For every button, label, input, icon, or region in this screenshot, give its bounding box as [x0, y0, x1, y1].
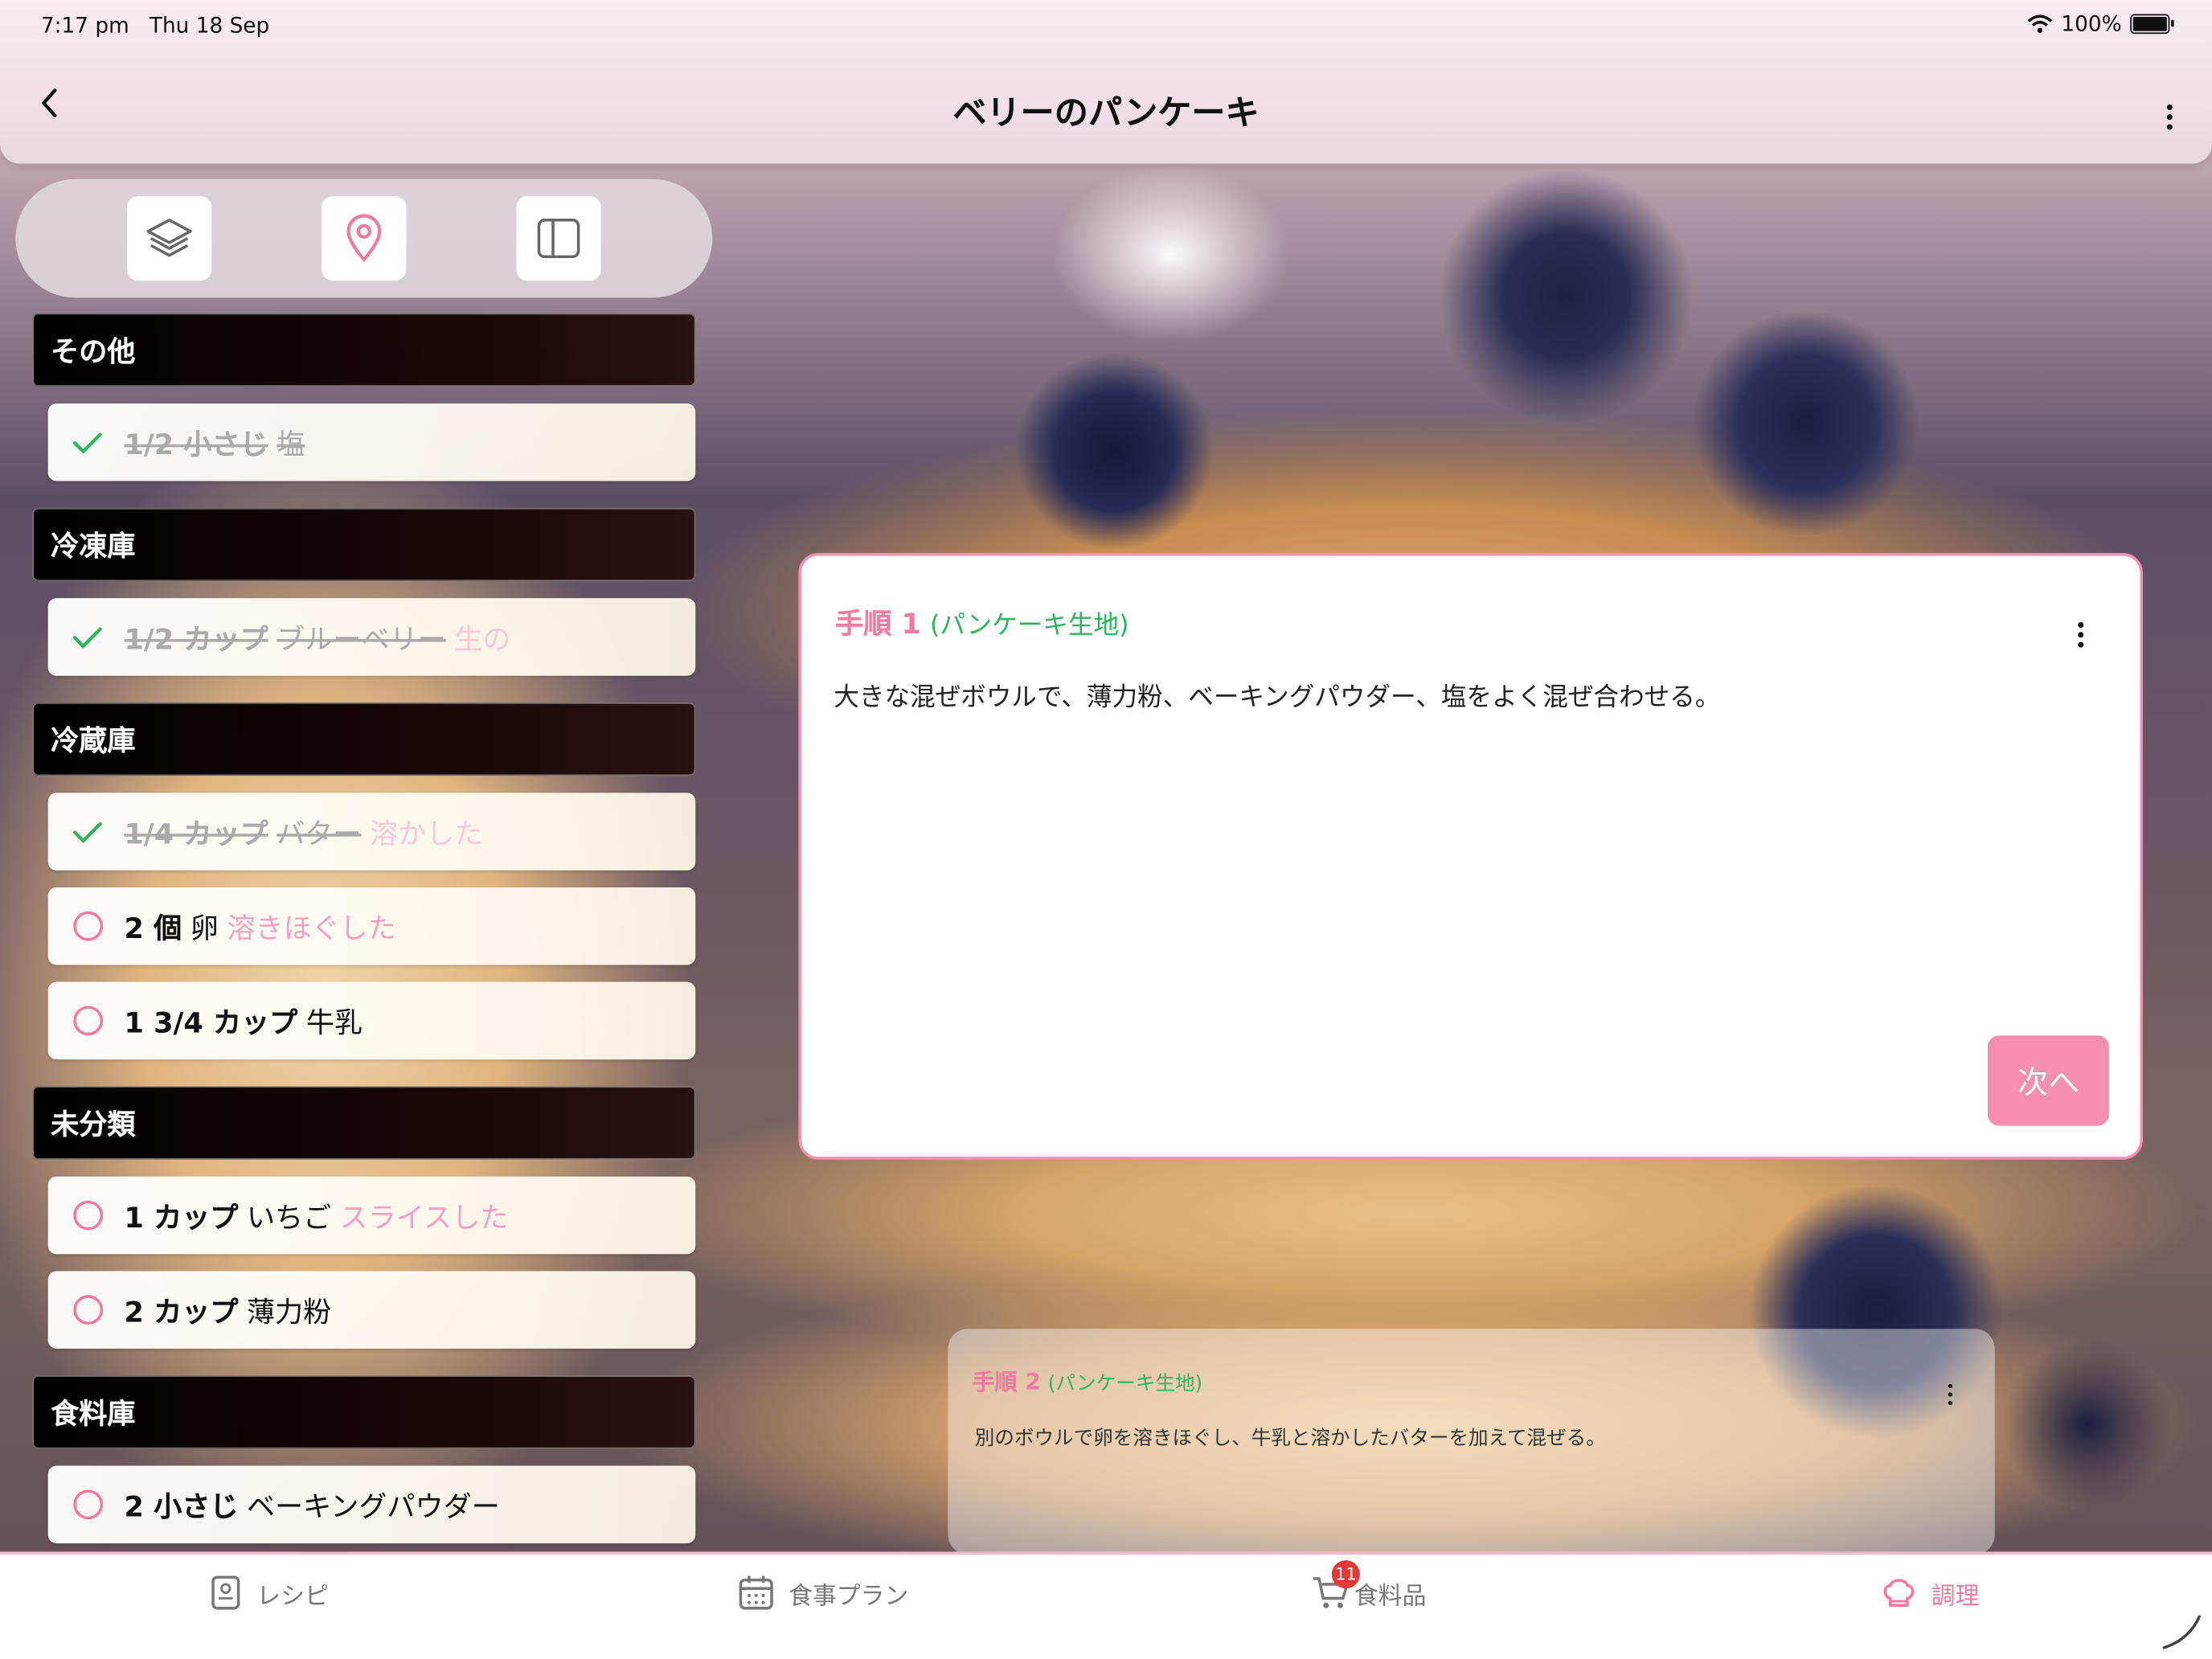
tab-groceries[interactable]: 11 食料品 [1312, 1560, 1427, 1612]
step-heading: 手順 2 (パンケーキ生地) [972, 1362, 1202, 1396]
battery-icon [2130, 14, 2174, 35]
ingredient-item[interactable]: 1 3/4 カップ 牛乳 [47, 981, 696, 1060]
checkmark-icon [68, 617, 107, 657]
ingredient-name: 牛乳 [305, 1006, 363, 1040]
status-clock: 7:17 pm [40, 12, 129, 39]
step-group: (パンケーキ生地) [1047, 1372, 1203, 1395]
ingredient-name: 卵 [190, 911, 219, 945]
step-heading: 手順 1 (パンケーキ生地) [835, 601, 1129, 642]
unchecked-circle-icon [68, 907, 107, 946]
unchecked-circle-icon [68, 1195, 107, 1235]
ingredient-note: 生の [454, 621, 511, 657]
cart-count-badge: 11 [1331, 1560, 1360, 1589]
step-instruction: 別のボウルで卵を溶きほぐし、牛乳と溶かしたバターを加えて混ぜる。 [974, 1428, 1606, 1451]
tab-cooking[interactable]: 調理 [1881, 1575, 1980, 1612]
section-header-fridge: 冷蔵庫 [32, 703, 696, 776]
battery-percent: 100% [2061, 11, 2122, 37]
tab-label: レシピ [256, 1582, 329, 1611]
section-header-pantry: 食料庫 [32, 1375, 696, 1449]
tab-meal-plan[interactable]: 食事プラン [738, 1575, 908, 1612]
unchecked-circle-icon [68, 1001, 107, 1040]
ingredient-name: いちご [246, 1200, 332, 1235]
layers-icon [146, 219, 192, 257]
ingredient-item[interactable]: 2 小さじ ベーキングパウダー [47, 1465, 696, 1544]
tab-recipes[interactable]: レシピ [209, 1575, 329, 1612]
status-bar: 7:17 pm Thu 18 Sep 100% [0, 0, 2212, 48]
calendar-icon [739, 1575, 773, 1610]
more-options-button[interactable] [2166, 89, 2173, 130]
step-menu-button[interactable] [1948, 1367, 1953, 1406]
step-number: 手順 2 [972, 1368, 1041, 1395]
tab-label: 食料品 [1354, 1582, 1427, 1611]
status-date: Thu 18 Sep [149, 12, 270, 39]
ingredient-note: 溶かした [370, 817, 483, 851]
status-right: 100% [2027, 11, 2174, 37]
ingredient-name: ブルーベリー [276, 621, 446, 657]
tab-label: 食事プラン [789, 1582, 909, 1611]
ingredient-name: ベーキングパウダー [246, 1489, 500, 1524]
current-step-card: 手順 1 (パンケーキ生地) 大きな混ぜボウルで、薄力粉、ベーキングパウダー、塩… [798, 552, 2143, 1160]
ingredient-item[interactable]: 2 個 卵 溶きほぐした [47, 887, 696, 965]
ingredient-name: 薄力粉 [246, 1295, 332, 1329]
recipe-book-icon [211, 1575, 240, 1610]
wifi-icon [2027, 14, 2053, 33]
next-step-preview[interactable]: 手順 2 (パンケーキ生地) 別のボウルで卵を溶きほぐし、牛乳と溶かしたバターを… [948, 1329, 1995, 1555]
checkmark-icon [68, 423, 107, 462]
ingredient-note: スライスした [339, 1200, 509, 1235]
home-indicator-corner [2162, 1615, 2201, 1649]
ingredient-qty: 1/4 カップ [124, 817, 268, 851]
section-header-freezer: 冷凍庫 [32, 507, 696, 582]
step-group: (パンケーキ生地) [930, 610, 1129, 641]
ingredient-name: バター [276, 817, 362, 851]
ingredient-qty: 2 個 [124, 911, 182, 945]
chef-hat-icon [1883, 1579, 1915, 1608]
unchecked-circle-icon [68, 1485, 107, 1524]
layers-button[interactable] [126, 195, 212, 281]
more-vertical-icon [1948, 1383, 1953, 1406]
ingredient-item[interactable]: 2 カップ 薄力粉 [47, 1271, 696, 1349]
tab-bar: レシピ 食事プラン 11 食料品 調理 [0, 1551, 2212, 1659]
unchecked-circle-icon [68, 1290, 107, 1329]
step-number: 手順 1 [835, 606, 921, 641]
ingredient-item[interactable]: 1 カップ いちご スライスした [47, 1176, 696, 1255]
page-title: ベリーのパンケーキ [952, 92, 1260, 133]
ingredient-qty: 1 3/4 カップ [124, 1006, 298, 1040]
ingredient-qty: 1 カップ [124, 1200, 239, 1235]
cart-icon-wrap: 11 [1312, 1560, 1360, 1612]
more-vertical-icon [2166, 104, 2173, 130]
ingredient-toolbar [15, 178, 713, 298]
tab-label: 調理 [1931, 1582, 1980, 1611]
checkmark-icon [68, 812, 107, 851]
ingredient-item[interactable]: 1/2 小さじ 塩 [47, 403, 696, 481]
location-pin-icon [346, 214, 382, 263]
ingredient-item[interactable]: 1/4 カップ バター 溶かした [47, 793, 696, 870]
section-header-uncategorized: 未分類 [32, 1086, 696, 1160]
sidebar-toggle-icon [537, 219, 580, 259]
ingredient-qty: 1/2 小さじ [124, 427, 268, 461]
step-menu-button[interactable] [2078, 607, 2084, 648]
ingredient-item[interactable]: 1/2 カップ ブルーベリー 生の [47, 598, 696, 676]
ingredient-name: 塩 [276, 427, 305, 461]
step-instruction: 大きな混ぜボウルで、薄力粉、ベーキングパウダー、塩をよく混ぜ合わせる。 [834, 682, 1721, 713]
next-step-button[interactable]: 次へ [1987, 1035, 2109, 1126]
status-time: 7:17 pm Thu 18 Sep [41, 13, 269, 39]
ingredient-qty: 1/2 カップ [124, 621, 268, 657]
location-button[interactable] [322, 195, 407, 281]
ingredient-note: 溶きほぐした [227, 911, 396, 945]
ingredient-qty: 2 カップ [124, 1295, 239, 1329]
ingredient-qty: 2 小さじ [124, 1489, 239, 1524]
more-vertical-icon [2078, 621, 2084, 648]
section-header-other: その他 [32, 313, 696, 387]
sidebar-toggle-button[interactable] [516, 195, 601, 281]
